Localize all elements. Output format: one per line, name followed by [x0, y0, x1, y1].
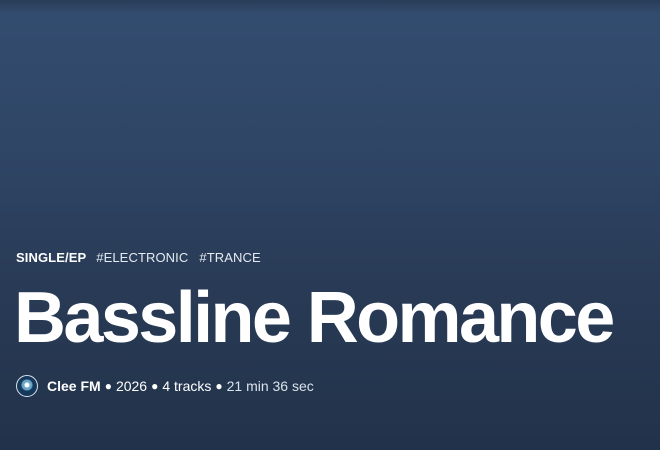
- tag-trance[interactable]: #TRANCE: [199, 250, 260, 265]
- release-tags: SINGLE/EP #ELECTRONIC #TRANCE: [16, 248, 656, 266]
- separator-dot: ●: [215, 379, 223, 393]
- release-meta: Clee FM ● 2026 ● 4 tracks ● 21 min 36 se…: [16, 373, 656, 399]
- track-count: 4 tracks: [162, 378, 212, 394]
- tag-electronic[interactable]: #ELECTRONIC: [96, 250, 188, 265]
- artist-name-link[interactable]: Clee FM: [47, 378, 101, 394]
- release-year: 2026: [115, 378, 148, 394]
- separator-dot: ●: [104, 379, 112, 393]
- release-title: Bassline Romance: [14, 278, 615, 358]
- artist-avatar-icon[interactable]: [16, 375, 38, 397]
- top-shade: [0, 0, 660, 14]
- separator-dot: ●: [151, 379, 159, 393]
- release-duration: 21 min 36 sec: [226, 378, 314, 394]
- release-header: SINGLE/EP #ELECTRONIC #TRANCE Bassline R…: [14, 248, 656, 399]
- release-type-label: SINGLE/EP: [16, 249, 87, 265]
